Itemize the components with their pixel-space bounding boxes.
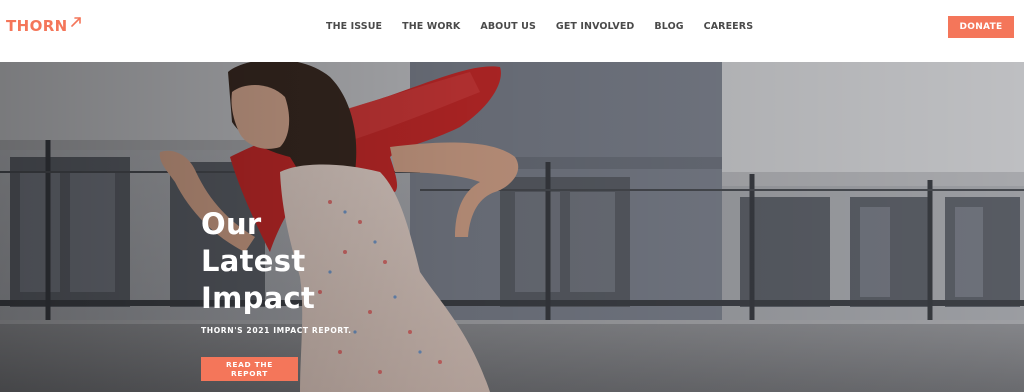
site-header: THORN THE ISSUE THE WORK ABOUT US GET IN… (0, 0, 1024, 62)
hero-title-line: Impact (201, 281, 316, 315)
hero-subtitle: THORN'S 2021 IMPACT REPORT. (201, 326, 352, 335)
nav-item-the-work[interactable]: THE WORK (402, 20, 460, 34)
nav-item-get-involved[interactable]: GET INVOLVED (556, 20, 635, 34)
hero-title: Our Latest Impact (201, 206, 521, 317)
main-nav: THE ISSUE THE WORK ABOUT US GET INVOLVED… (326, 20, 753, 34)
nav-item-about-us[interactable]: ABOUT US (480, 20, 536, 34)
nav-item-the-issue[interactable]: THE ISSUE (326, 20, 382, 34)
nav-item-careers[interactable]: CAREERS (704, 20, 753, 34)
hero-title-line: Latest (201, 244, 306, 278)
hero-title-line: Our (201, 207, 262, 241)
nav-item-blog[interactable]: BLOG (654, 20, 683, 34)
logo-link[interactable]: THORN (6, 16, 82, 36)
read-report-button[interactable]: READ THE REPORT (201, 357, 298, 381)
logo-text: THORN (6, 17, 68, 35)
donate-button[interactable]: DONATE (948, 16, 1014, 38)
thorn-arrow-icon (70, 17, 81, 27)
hero-banner: Our Latest Impact THORN'S 2021 IMPACT RE… (0, 62, 1024, 392)
hero-content: Our Latest Impact THORN'S 2021 IMPACT RE… (201, 206, 521, 335)
